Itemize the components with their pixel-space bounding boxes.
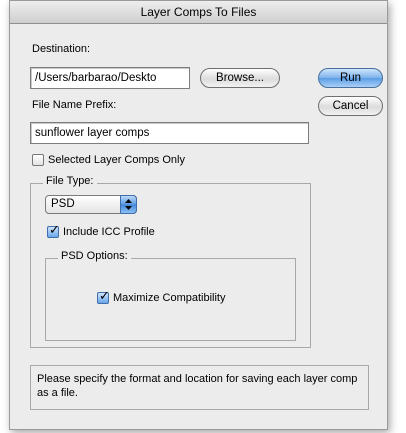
- hint-text: Please specify the format and location f…: [37, 373, 358, 399]
- include-icc-option[interactable]: ✓ Include ICC Profile: [47, 222, 155, 239]
- browse-button[interactable]: Browse...: [200, 68, 280, 88]
- maximize-compat-checkbox[interactable]: ✓: [97, 288, 110, 304]
- file-type-value: PSD: [51, 198, 75, 210]
- cancel-button[interactable]: Cancel: [318, 96, 383, 116]
- dialog-title: Layer Comps To Files: [10, 1, 387, 24]
- layer-comps-dialog: Layer Comps To Files Destination: /Users…: [9, 0, 388, 430]
- hint-box: Please specify the format and location f…: [30, 365, 369, 410]
- file-name-prefix-field[interactable]: sunflower layer comps: [30, 122, 309, 144]
- selected-only-label: Selected Layer Comps Only: [48, 154, 185, 166]
- selected-only-checkbox[interactable]: [32, 154, 44, 166]
- psd-options-legend: PSD Options:: [58, 250, 131, 262]
- selected-only-option[interactable]: Selected Layer Comps Only: [32, 153, 185, 167]
- destination-path-field[interactable]: /Users/barbarao/Deskto: [30, 67, 190, 89]
- file-name-prefix-label: File Name Prefix:: [32, 99, 117, 111]
- include-icc-checkbox[interactable]: ✓: [47, 222, 60, 238]
- file-type-legend: File Type:: [43, 175, 97, 187]
- destination-label: Destination:: [32, 43, 91, 55]
- include-icc-label: Include ICC Profile: [63, 226, 155, 238]
- check-icon: ✓: [49, 222, 60, 237]
- maximize-compat-option[interactable]: ✓ Maximize Compatibility: [97, 288, 226, 305]
- up-down-arrows-icon: [120, 195, 137, 214]
- run-button[interactable]: Run: [318, 68, 383, 88]
- file-type-select[interactable]: PSD: [45, 195, 137, 214]
- maximize-compat-label: Maximize Compatibility: [113, 292, 226, 304]
- check-icon: ✓: [99, 288, 110, 303]
